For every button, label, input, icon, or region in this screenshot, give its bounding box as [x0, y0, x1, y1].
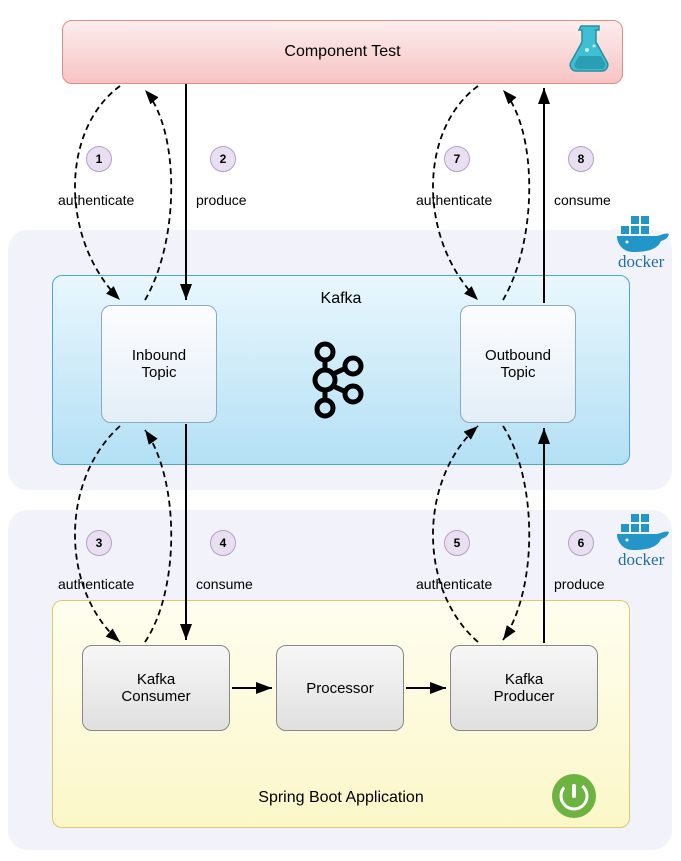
diagram-canvas: Component Test docker Kafka Inbound Topi…	[0, 0, 681, 861]
step-num-3: 3	[96, 536, 103, 550]
spring-icon	[550, 772, 598, 820]
step-num-4: 4	[220, 536, 227, 550]
spring-boot-title: Spring Boot Application	[258, 789, 423, 807]
step-label-7: authenticate	[416, 192, 492, 208]
step-num-6: 6	[578, 536, 585, 550]
step-label-6: produce	[554, 576, 605, 592]
kafka-title: Kafka	[321, 290, 362, 308]
kafka-icon	[305, 340, 365, 420]
step-badge-5: 5	[444, 530, 470, 556]
outbound-topic-label: Outbound Topic	[473, 347, 563, 381]
step-label-3: authenticate	[58, 576, 134, 592]
step-badge-3: 3	[86, 530, 112, 556]
docker-label-bottom: docker	[618, 550, 664, 570]
kafka-producer-box: Kafka Producer	[450, 645, 598, 731]
component-test-title: Component Test	[284, 43, 400, 61]
step-num-5: 5	[454, 536, 461, 550]
step-label-1: authenticate	[58, 192, 134, 208]
inbound-topic-box: Inbound Topic	[101, 305, 217, 423]
docker-label-top: docker	[618, 252, 664, 272]
docker-icon	[615, 510, 673, 552]
kafka-producer-label: Kafka Producer	[474, 671, 574, 705]
step-num-7: 7	[454, 152, 461, 166]
step-badge-2: 2	[210, 146, 236, 172]
step-num-8: 8	[578, 152, 585, 166]
step-label-2: produce	[196, 192, 247, 208]
kafka-consumer-box: Kafka Consumer	[82, 645, 230, 731]
step-num-2: 2	[220, 152, 227, 166]
step-badge-8: 8	[568, 146, 594, 172]
step-badge-1: 1	[86, 146, 112, 172]
step-label-4: consume	[196, 576, 253, 592]
outbound-topic-box: Outbound Topic	[460, 305, 576, 423]
kafka-consumer-label: Kafka Consumer	[106, 671, 206, 705]
step-label-8: consume	[554, 192, 611, 208]
step-num-1: 1	[96, 152, 103, 166]
inbound-topic-label: Inbound Topic	[119, 347, 199, 381]
step-badge-7: 7	[444, 146, 470, 172]
step-badge-6: 6	[568, 530, 594, 556]
step-badge-4: 4	[210, 530, 236, 556]
component-test-box: Component Test	[62, 20, 623, 84]
docker-icon	[615, 212, 673, 254]
processor-label: Processor	[306, 680, 374, 697]
flask-icon	[567, 24, 613, 74]
step-label-5: authenticate	[416, 576, 492, 592]
processor-box: Processor	[276, 645, 404, 731]
